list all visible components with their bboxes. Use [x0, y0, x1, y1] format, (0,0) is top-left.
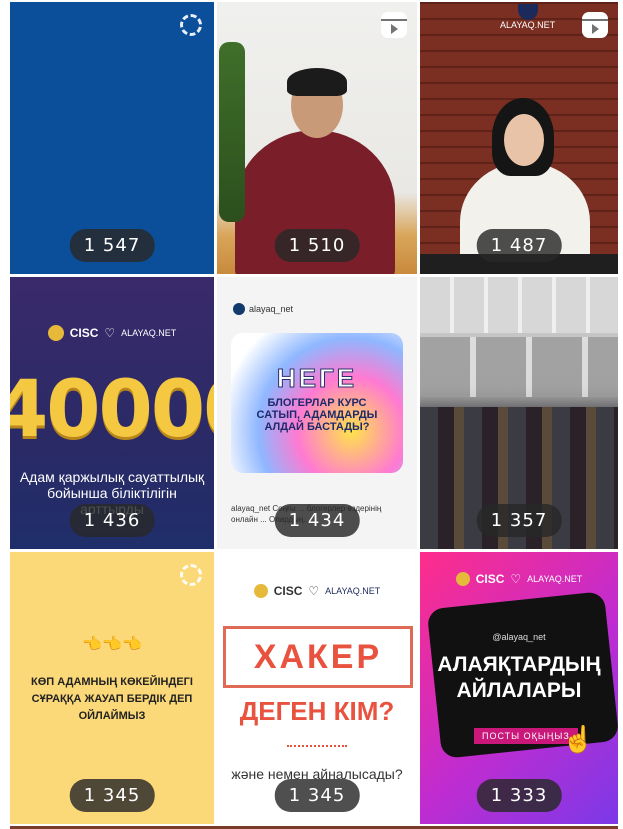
heart-logo-icon: ♡ — [104, 326, 116, 340]
post-account: alayaq_net — [233, 303, 293, 315]
watermark-logo: ALAYAQ.NET — [500, 4, 555, 30]
post-title: АЛАЯҚТАРДЫҢ АЙЛАЛАРЫ — [437, 653, 601, 702]
view-count: 1 510 — [274, 229, 360, 262]
loading-spinner-icon — [180, 564, 202, 586]
view-count: 1 547 — [69, 229, 155, 262]
title-box: ХАКЕР — [223, 626, 413, 688]
post-card: НЕГЕ БЛОГЕРЛАР КУРС САТЫП, АДАМДАРДЫ АЛД… — [231, 333, 403, 473]
heart-logo-icon: ♡ — [308, 584, 320, 598]
view-count: 1 345 — [274, 779, 360, 812]
wall-reliefs — [420, 337, 618, 397]
post-tile-6[interactable]: 1 357 — [420, 277, 618, 549]
subtitle: ДЕГЕН КІМ? — [239, 696, 395, 726]
view-count: 1 345 — [69, 779, 155, 812]
post-tile-8[interactable]: CISC ♡ ALAYAQ.NET ХАКЕР ДЕГЕН КІМ? және … — [217, 552, 417, 824]
post-tile-1[interactable]: 1 547 — [10, 2, 214, 274]
reels-icon — [381, 12, 407, 38]
emoji: 👈👈👈 — [82, 636, 142, 653]
view-count: 1 487 — [476, 229, 562, 262]
divider-dots — [287, 745, 347, 747]
headline: НЕГЕ — [276, 363, 358, 394]
avatar — [233, 303, 245, 315]
heart-logo-icon: ♡ — [510, 572, 522, 586]
partner-logos: CISC ♡ ALAYAQ.NET — [420, 572, 618, 586]
partner-logos: CISC ♡ ALAYAQ.NET — [217, 584, 417, 598]
plant — [219, 42, 245, 222]
post-tile-7[interactable]: 👈👈👈 КӨП АДАМНЫҢ КӨКЕЙІНДЕГІ СҰРАҚҚА ЖАУА… — [10, 552, 214, 824]
loading-spinner-icon — [180, 14, 202, 36]
emblem-icon — [253, 584, 268, 598]
reels-icon — [582, 12, 608, 38]
emblem-icon — [47, 325, 64, 341]
view-count: 1 434 — [274, 504, 360, 537]
hand-cursor-icon: ☝ — [562, 724, 595, 754]
partner-logos: CISC ♡ ALAYAQ.NET — [10, 325, 214, 341]
ceiling-lights — [420, 277, 618, 333]
big-number: 40000 — [10, 365, 214, 455]
post-tile-2[interactable]: 1 510 — [217, 2, 417, 274]
view-count: 1 436 — [69, 504, 155, 537]
post-text: БЛОГЕРЛАР КУРС САТЫП, АДАМДАРДЫ АЛДАЙ БА… — [256, 397, 378, 433]
post-tile-4[interactable]: CISC ♡ ALAYAQ.NET 40000 Адам қаржылық са… — [10, 277, 214, 549]
post-text: КӨП АДАМНЫҢ КӨКЕЙІНДЕГІ СҰРАҚҚА ЖАУАП БЕ… — [31, 676, 193, 722]
view-count: 1 333 — [476, 779, 562, 812]
emblem-icon — [455, 572, 470, 586]
post-tile-5[interactable]: alayaq_net НЕГЕ БЛОГЕРЛАР КУРС САТЫП, АД… — [217, 277, 417, 549]
post-tile-9[interactable]: CISC ♡ ALAYAQ.NET @alayaq_net АЛАЯҚТАРДЫ… — [420, 552, 618, 824]
person-hair — [287, 68, 347, 96]
view-count: 1 357 — [476, 504, 562, 537]
post-tile-3[interactable]: ALAYAQ.NET 1 487 — [420, 2, 618, 274]
handle: @alayaq_net — [492, 632, 546, 642]
